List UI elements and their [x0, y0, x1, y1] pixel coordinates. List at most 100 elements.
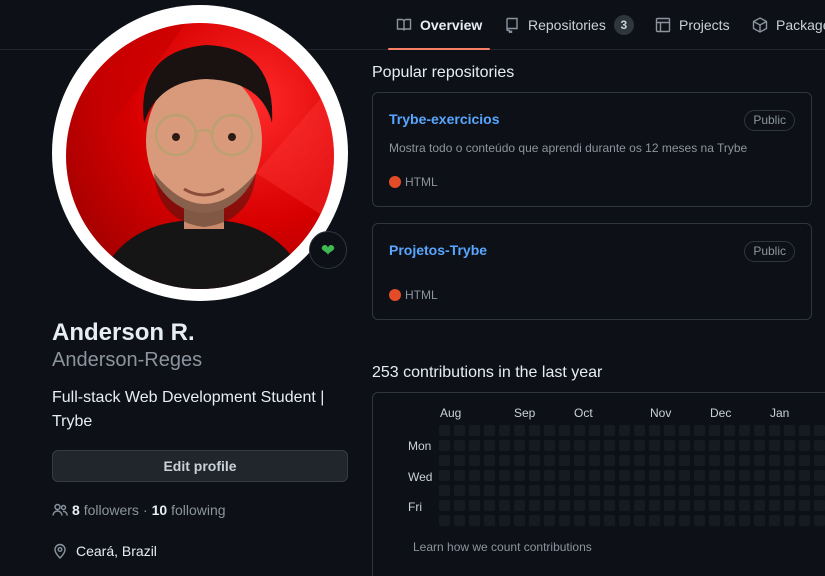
contribution-day[interactable]: [738, 499, 751, 512]
contribution-day[interactable]: [708, 454, 721, 467]
contribution-day[interactable]: [468, 469, 481, 482]
contribution-day[interactable]: [633, 499, 646, 512]
contribution-day[interactable]: [693, 469, 706, 482]
contribution-day[interactable]: [753, 454, 766, 467]
contribution-day[interactable]: [678, 454, 691, 467]
contribution-day[interactable]: [633, 469, 646, 482]
contribution-day[interactable]: [768, 454, 781, 467]
contribution-day[interactable]: [468, 499, 481, 512]
tab-packages[interactable]: Packages: [752, 0, 825, 50]
contribution-day[interactable]: [453, 499, 466, 512]
contribution-day[interactable]: [468, 514, 481, 527]
contribution-day[interactable]: [573, 454, 586, 467]
contribution-day[interactable]: [813, 499, 825, 512]
contribution-day[interactable]: [603, 424, 616, 437]
contribution-day[interactable]: [468, 484, 481, 497]
followers-link[interactable]: 8 followers: [72, 502, 139, 518]
contribution-day[interactable]: [678, 424, 691, 437]
contribution-day[interactable]: [543, 454, 556, 467]
contribution-day[interactable]: [543, 424, 556, 437]
contribution-day[interactable]: [798, 469, 811, 482]
tab-projects[interactable]: Projects: [655, 0, 730, 50]
contribution-day[interactable]: [678, 514, 691, 527]
contribution-day[interactable]: [618, 424, 631, 437]
contribution-day[interactable]: [498, 454, 511, 467]
contribution-day[interactable]: [813, 454, 825, 467]
contribution-day[interactable]: [648, 439, 661, 452]
contribution-day[interactable]: [768, 514, 781, 527]
contribution-day[interactable]: [678, 439, 691, 452]
repo-link[interactable]: Trybe-exercicios: [389, 111, 500, 127]
contribution-day[interactable]: [618, 454, 631, 467]
contribution-day[interactable]: [528, 514, 541, 527]
contribution-day[interactable]: [783, 484, 796, 497]
contribution-day[interactable]: [483, 499, 496, 512]
contribution-day[interactable]: [738, 484, 751, 497]
contribution-day[interactable]: [483, 514, 496, 527]
contribution-day[interactable]: [573, 439, 586, 452]
contribution-day[interactable]: [768, 499, 781, 512]
contribution-day[interactable]: [483, 424, 496, 437]
contribution-day[interactable]: [618, 439, 631, 452]
contribution-day[interactable]: [453, 469, 466, 482]
contribution-day[interactable]: [543, 514, 556, 527]
learn-contributions-link[interactable]: Learn how we count contributions: [413, 540, 592, 554]
contribution-day[interactable]: [648, 424, 661, 437]
contribution-day[interactable]: [738, 469, 751, 482]
contribution-day[interactable]: [723, 484, 736, 497]
contribution-day[interactable]: [618, 499, 631, 512]
contribution-day[interactable]: [618, 484, 631, 497]
contribution-day[interactable]: [813, 469, 825, 482]
contribution-day[interactable]: [528, 454, 541, 467]
contribution-day[interactable]: [438, 439, 451, 452]
contribution-day[interactable]: [723, 499, 736, 512]
contribution-day[interactable]: [693, 439, 706, 452]
contribution-day[interactable]: [603, 469, 616, 482]
contribution-day[interactable]: [558, 484, 571, 497]
contribution-day[interactable]: [678, 469, 691, 482]
contribution-day[interactable]: [603, 439, 616, 452]
contribution-day[interactable]: [648, 469, 661, 482]
contribution-day[interactable]: [723, 424, 736, 437]
contribution-day[interactable]: [813, 514, 825, 527]
contribution-day[interactable]: [633, 514, 646, 527]
contribution-day[interactable]: [528, 469, 541, 482]
contribution-day[interactable]: [513, 499, 526, 512]
contribution-day[interactable]: [648, 484, 661, 497]
contribution-day[interactable]: [498, 484, 511, 497]
contribution-day[interactable]: [528, 424, 541, 437]
contribution-day[interactable]: [558, 454, 571, 467]
contribution-day[interactable]: [558, 469, 571, 482]
contribution-day[interactable]: [663, 484, 676, 497]
contribution-day[interactable]: [798, 499, 811, 512]
contribution-day[interactable]: [783, 424, 796, 437]
contribution-day[interactable]: [558, 424, 571, 437]
contribution-day[interactable]: [723, 469, 736, 482]
contribution-day[interactable]: [798, 484, 811, 497]
contribution-day[interactable]: [573, 424, 586, 437]
contribution-day[interactable]: [453, 454, 466, 467]
contribution-day[interactable]: [513, 469, 526, 482]
contribution-day[interactable]: [663, 454, 676, 467]
contribution-day[interactable]: [738, 454, 751, 467]
contribution-day[interactable]: [453, 514, 466, 527]
contribution-day[interactable]: [678, 484, 691, 497]
contribution-day[interactable]: [648, 499, 661, 512]
contribution-day[interactable]: [693, 424, 706, 437]
edit-profile-button[interactable]: Edit profile: [52, 450, 348, 482]
contribution-day[interactable]: [498, 469, 511, 482]
contribution-day[interactable]: [783, 499, 796, 512]
contribution-day[interactable]: [723, 439, 736, 452]
contribution-day[interactable]: [633, 424, 646, 437]
contribution-day[interactable]: [588, 469, 601, 482]
contribution-day[interactable]: [543, 439, 556, 452]
contribution-day[interactable]: [768, 484, 781, 497]
contribution-day[interactable]: [708, 514, 721, 527]
contribution-day[interactable]: [738, 439, 751, 452]
contribution-day[interactable]: [483, 469, 496, 482]
contribution-day[interactable]: [708, 469, 721, 482]
contribution-day[interactable]: [588, 439, 601, 452]
contribution-day[interactable]: [588, 454, 601, 467]
contribution-day[interactable]: [483, 439, 496, 452]
contribution-day[interactable]: [513, 454, 526, 467]
